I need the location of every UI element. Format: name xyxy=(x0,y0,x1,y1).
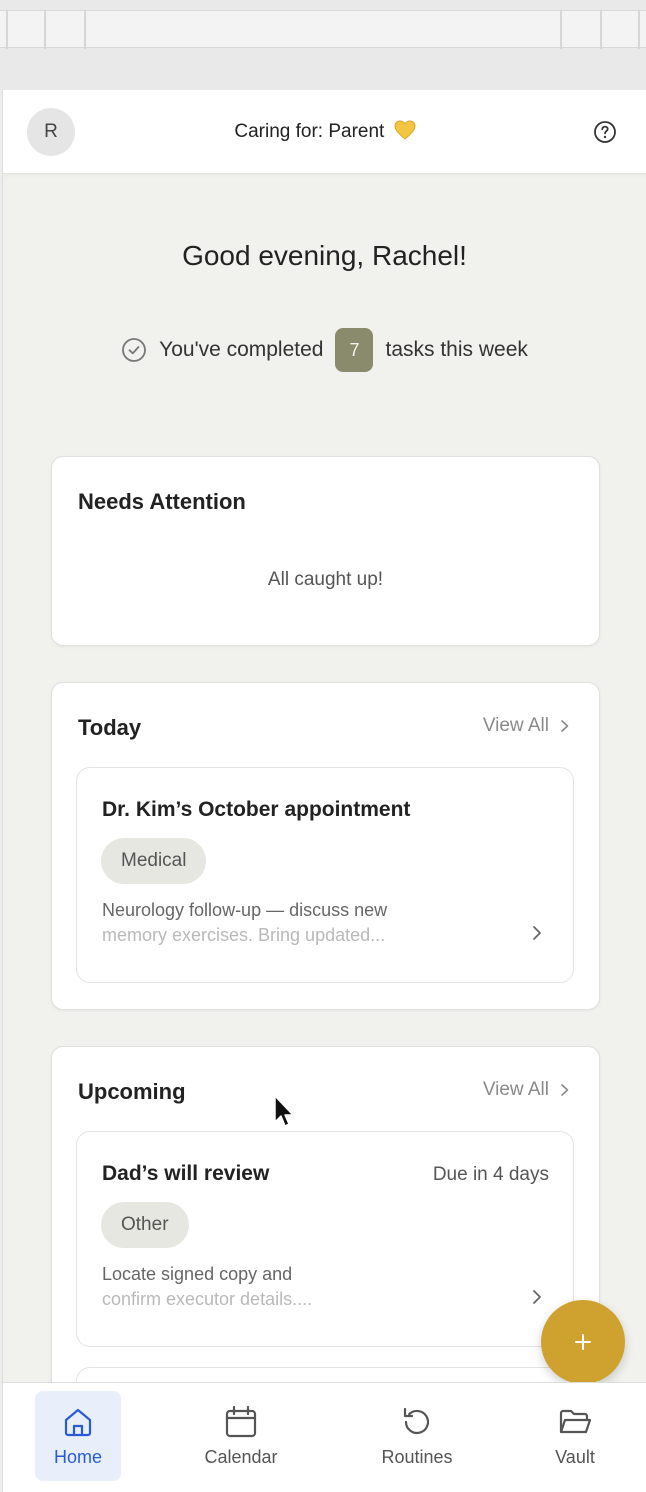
today-view-all-link[interactable]: View All xyxy=(483,715,571,737)
nav-label: Home xyxy=(53,1446,102,1467)
nav-calendar[interactable]: Calendar xyxy=(191,1391,291,1481)
weekly-progress: You've completed 7 tasks this week xyxy=(3,328,646,372)
task-description: Locate signed copy and confirm executor … xyxy=(102,1262,482,1312)
description-line: memory exercises. Bring updated... xyxy=(102,925,386,945)
calendar-icon xyxy=(225,1405,257,1437)
home-icon xyxy=(64,1408,92,1436)
browser-tab-strip xyxy=(0,10,646,49)
task-title: Dr. Kim’s October appointment xyxy=(102,798,411,821)
chevron-right-icon xyxy=(561,720,569,732)
description-line: Locate signed copy and xyxy=(102,1264,293,1284)
chevron-right-icon xyxy=(533,1290,541,1304)
check-circle-icon xyxy=(122,338,147,362)
task-due-label: Due in 4 days xyxy=(432,1164,549,1185)
progress-suffix: tasks this week xyxy=(385,338,528,361)
task-description: Neurology follow-up — discuss new memory… xyxy=(102,898,482,948)
task-title: Dad’s will review xyxy=(102,1162,270,1185)
today-card: Today View All Dr. Kim’s October appoint… xyxy=(51,682,600,1010)
browser-chrome xyxy=(0,0,646,90)
upcoming-title: Upcoming xyxy=(78,1079,186,1104)
chevron-right-icon xyxy=(561,1084,569,1096)
progress-prefix: You've completed xyxy=(159,338,324,361)
top-bar: R Caring for: Parent xyxy=(3,90,646,174)
plus-icon xyxy=(575,1334,591,1350)
view-all-label: View All xyxy=(482,715,549,736)
app-screen: R Caring for: Parent Good evening, Rache… xyxy=(2,90,646,1492)
yellow-heart-icon xyxy=(394,120,416,140)
greeting-heading: Good evening, Rachel! xyxy=(182,240,467,271)
upcoming-view-all-link[interactable]: View All xyxy=(483,1079,571,1101)
nav-label: Calendar xyxy=(204,1446,278,1467)
task-card[interactable]: Dad’s will review Due in 4 days Other Lo… xyxy=(76,1131,574,1347)
nav-routines[interactable]: Routines xyxy=(367,1391,467,1481)
nav-label: Routines xyxy=(381,1446,453,1467)
task-card[interactable]: Dr. Kim’s October appointment Medical Ne… xyxy=(76,767,574,983)
description-line: confirm executor details.... xyxy=(102,1289,313,1309)
folder-icon xyxy=(559,1409,592,1433)
routines-icon xyxy=(403,1407,430,1434)
view-all-label: View All xyxy=(482,1079,549,1100)
today-title: Today xyxy=(78,715,142,740)
completed-count-badge: 7 xyxy=(335,328,374,372)
nav-home[interactable]: Home xyxy=(35,1391,121,1481)
category-chip: Other xyxy=(101,1202,189,1248)
help-icon[interactable] xyxy=(593,120,617,144)
needs-attention-title: Needs Attention xyxy=(78,489,246,514)
nav-label: Vault xyxy=(555,1446,595,1467)
bottom-nav: Home Calendar Routines Vault xyxy=(3,1382,646,1492)
care-recipient-label: Caring for: Parent xyxy=(234,121,385,142)
care-recipient-selector[interactable]: Caring for: Parent xyxy=(3,120,646,143)
chevron-right-icon xyxy=(533,926,541,940)
mouse-pointer-icon xyxy=(274,1095,294,1127)
category-chip: Medical xyxy=(101,838,207,884)
empty-state-text: All caught up! xyxy=(267,569,384,590)
needs-attention-card: Needs Attention All caught up! xyxy=(51,456,600,646)
add-task-button[interactable] xyxy=(541,1300,625,1384)
description-line: Neurology follow-up — discuss new xyxy=(102,900,388,920)
nav-vault[interactable]: Vault xyxy=(535,1391,615,1481)
